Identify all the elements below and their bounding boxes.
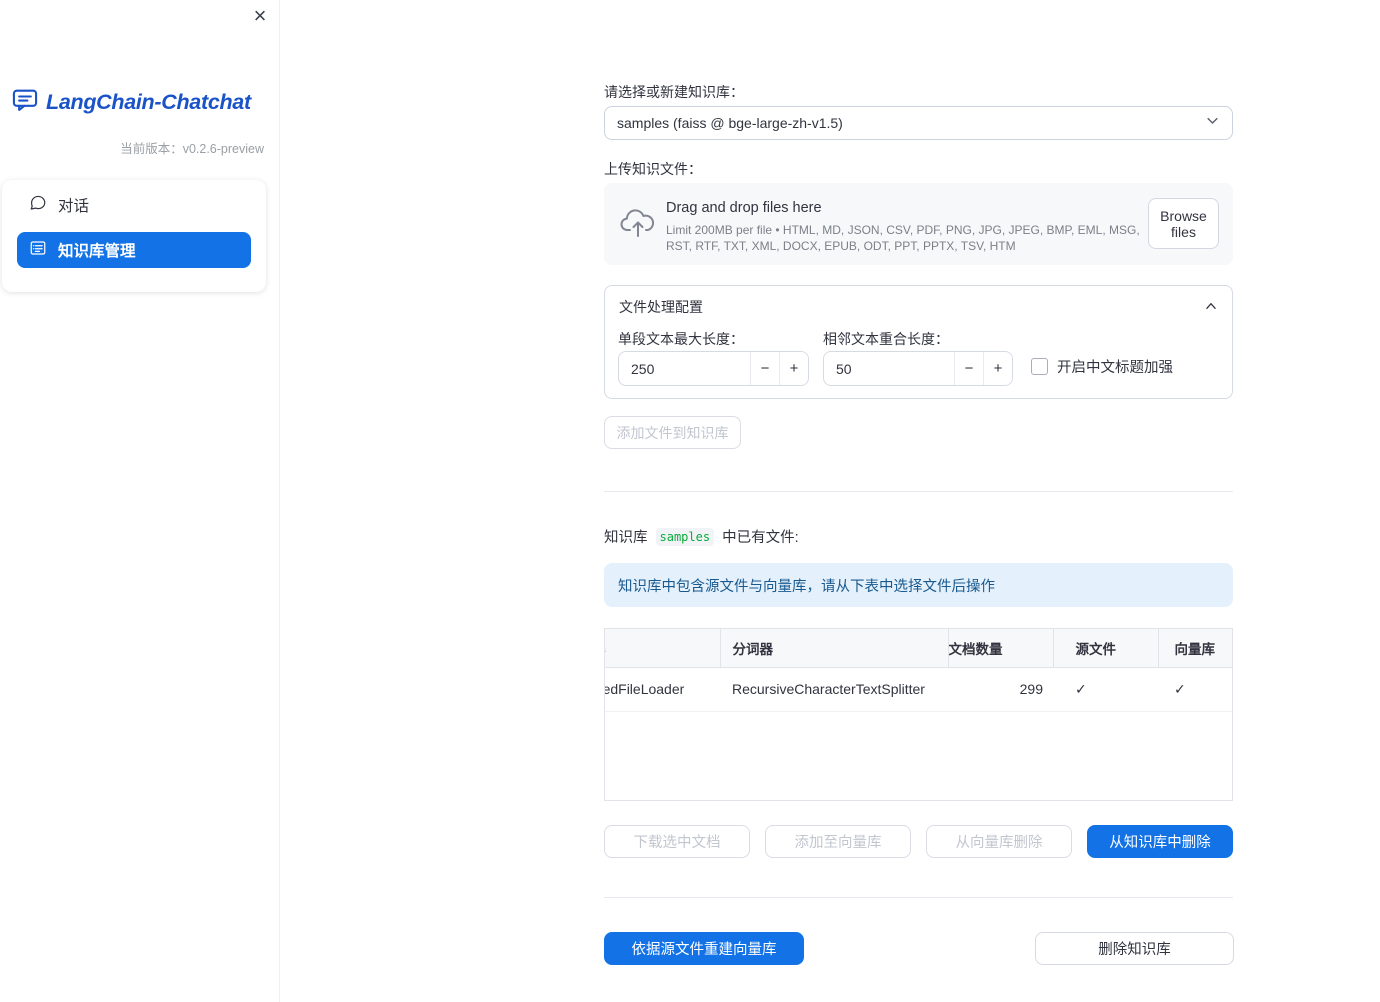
- overlap-size-value[interactable]: 50: [824, 352, 954, 385]
- kb-select-value: samples (faiss @ bge-large-zh-v1.5): [617, 115, 843, 131]
- kb-name-code: samples: [655, 527, 715, 546]
- col-header-source-file[interactable]: 源文件: [1052, 629, 1158, 668]
- rebuild-vector-store-button[interactable]: 依据源文件重建向量库: [604, 932, 804, 965]
- chunk-size-increment-button[interactable]: +: [779, 352, 808, 385]
- overlap-size-input: 50 − +: [823, 351, 1013, 386]
- overlap-size-increment-button[interactable]: +: [983, 352, 1012, 385]
- list-icon: [29, 239, 47, 262]
- chevron-up-icon[interactable]: [1204, 299, 1218, 317]
- version-label: 当前版本：: [120, 142, 183, 156]
- kb-select-dropdown[interactable]: samples (faiss @ bge-large-zh-v1.5): [604, 106, 1233, 140]
- chunk-size-decrement-button[interactable]: −: [750, 352, 779, 385]
- sidebar-item-label: 知识库管理: [58, 243, 136, 260]
- delete-from-kb-button[interactable]: 从知识库中删除: [1087, 825, 1233, 858]
- sidebar-menu: 对话 知识库管理: [2, 180, 266, 292]
- chat-logo-icon: [11, 86, 39, 119]
- col-header-splitter[interactable]: 分词器: [719, 629, 948, 668]
- chevron-down-icon: [1205, 113, 1220, 133]
- table-header-row: 文档加载器 分词器 文档数量 源文件 向量库: [605, 629, 1232, 668]
- kb-select-label: 请选择或新建知识库：: [604, 84, 744, 100]
- zh-title-enhance-row: 开启中文标题加强: [1031, 356, 1173, 377]
- cloud-upload-icon: [620, 209, 656, 244]
- add-files-to-kb-button[interactable]: 添加文件到知识库: [604, 416, 741, 449]
- dropzone-title: Drag and drop files here: [666, 200, 822, 216]
- files-heading-prefix: 知识库: [604, 530, 648, 546]
- existing-files-heading: 知识库 samples 中已有文件:: [604, 526, 799, 547]
- zh-title-enhance-checkbox[interactable]: [1031, 358, 1048, 375]
- file-uploader-dropzone[interactable]: Drag and drop files here Limit 200MB per…: [604, 183, 1233, 265]
- cell-source-file-check: ✓: [1053, 667, 1158, 712]
- cell-loader: UnstructuredFileLoader: [605, 667, 720, 712]
- version-text: 当前版本：v0.2.6-preview: [120, 138, 264, 157]
- chunk-size-value[interactable]: 250: [619, 352, 750, 385]
- sidebar-item-knowledge-base[interactable]: 知识库管理: [17, 232, 251, 268]
- version-value: v0.2.6-preview: [182, 142, 264, 156]
- delete-kb-button[interactable]: 删除知识库: [1035, 932, 1234, 965]
- logo-text: LangChain-Chatchat: [46, 90, 251, 114]
- cell-vector-store-check: ✓: [1158, 667, 1232, 712]
- table-row[interactable]: UnstructuredFileLoader RecursiveCharacte…: [605, 667, 1232, 712]
- cell-doc-count: 299: [948, 667, 1053, 712]
- col-header-loader[interactable]: 文档加载器: [605, 629, 720, 668]
- col-header-doc-count[interactable]: 文档数量: [947, 629, 1053, 668]
- chat-bubble-icon: [29, 194, 47, 217]
- app-page: × LangChain-Chatchat 当前版本：v0.2.6-preview: [0, 0, 1380, 1002]
- upload-label: 上传知识文件：: [604, 161, 702, 177]
- download-selected-button[interactable]: 下载选中文档: [604, 825, 750, 858]
- app-logo: LangChain-Chatchat: [11, 86, 251, 119]
- files-table[interactable]: 文档加载器 分词器 文档数量 源文件 向量库 UnstructuredFileL…: [604, 628, 1233, 801]
- divider: [604, 491, 1233, 492]
- chunk-size-input: 250 − +: [618, 351, 809, 386]
- sidebar-item-dialogue[interactable]: 对话: [17, 187, 251, 223]
- cell-splitter: RecursiveCharacterTextSplitter: [720, 667, 948, 712]
- overlap-size-label: 相邻文本重合长度：: [823, 331, 949, 347]
- overlap-size-decrement-button[interactable]: −: [954, 352, 983, 385]
- dropzone-hint: Limit 200MB per file • HTML, MD, JSON, C…: [666, 223, 1140, 253]
- files-table-grid: 文档加载器 分词器 文档数量 源文件 向量库 UnstructuredFileL…: [605, 629, 1232, 712]
- col-header-vector-store[interactable]: 向量库: [1157, 629, 1232, 668]
- browse-files-button[interactable]: Browse files: [1148, 198, 1219, 249]
- main-content: 请选择或新建知识库： samples (faiss @ bge-large-zh…: [604, 0, 1234, 1002]
- zh-title-enhance-label: 开启中文标题加强: [1057, 360, 1173, 376]
- files-heading-suffix: 中已有文件:: [722, 530, 799, 546]
- sidebar-item-label: 对话: [58, 198, 90, 215]
- sidebar-close-button[interactable]: ×: [247, 3, 273, 29]
- chunk-size-label: 单段文本最大长度：: [618, 331, 744, 347]
- file-config-expander: 文件处理配置 单段文本最大长度： 相邻文本重合长度： 250 − + 50 − …: [604, 285, 1233, 399]
- add-to-vector-store-button[interactable]: 添加至向量库: [765, 825, 911, 858]
- delete-from-vector-store-button[interactable]: 从向量库删除: [926, 825, 1072, 858]
- expander-title: 文件处理配置: [619, 299, 703, 315]
- info-banner: 知识库中包含源文件与向量库，请从下表中选择文件后操作: [604, 563, 1233, 607]
- divider: [604, 897, 1233, 898]
- sidebar: × LangChain-Chatchat 当前版本：v0.2.6-preview: [0, 0, 280, 1002]
